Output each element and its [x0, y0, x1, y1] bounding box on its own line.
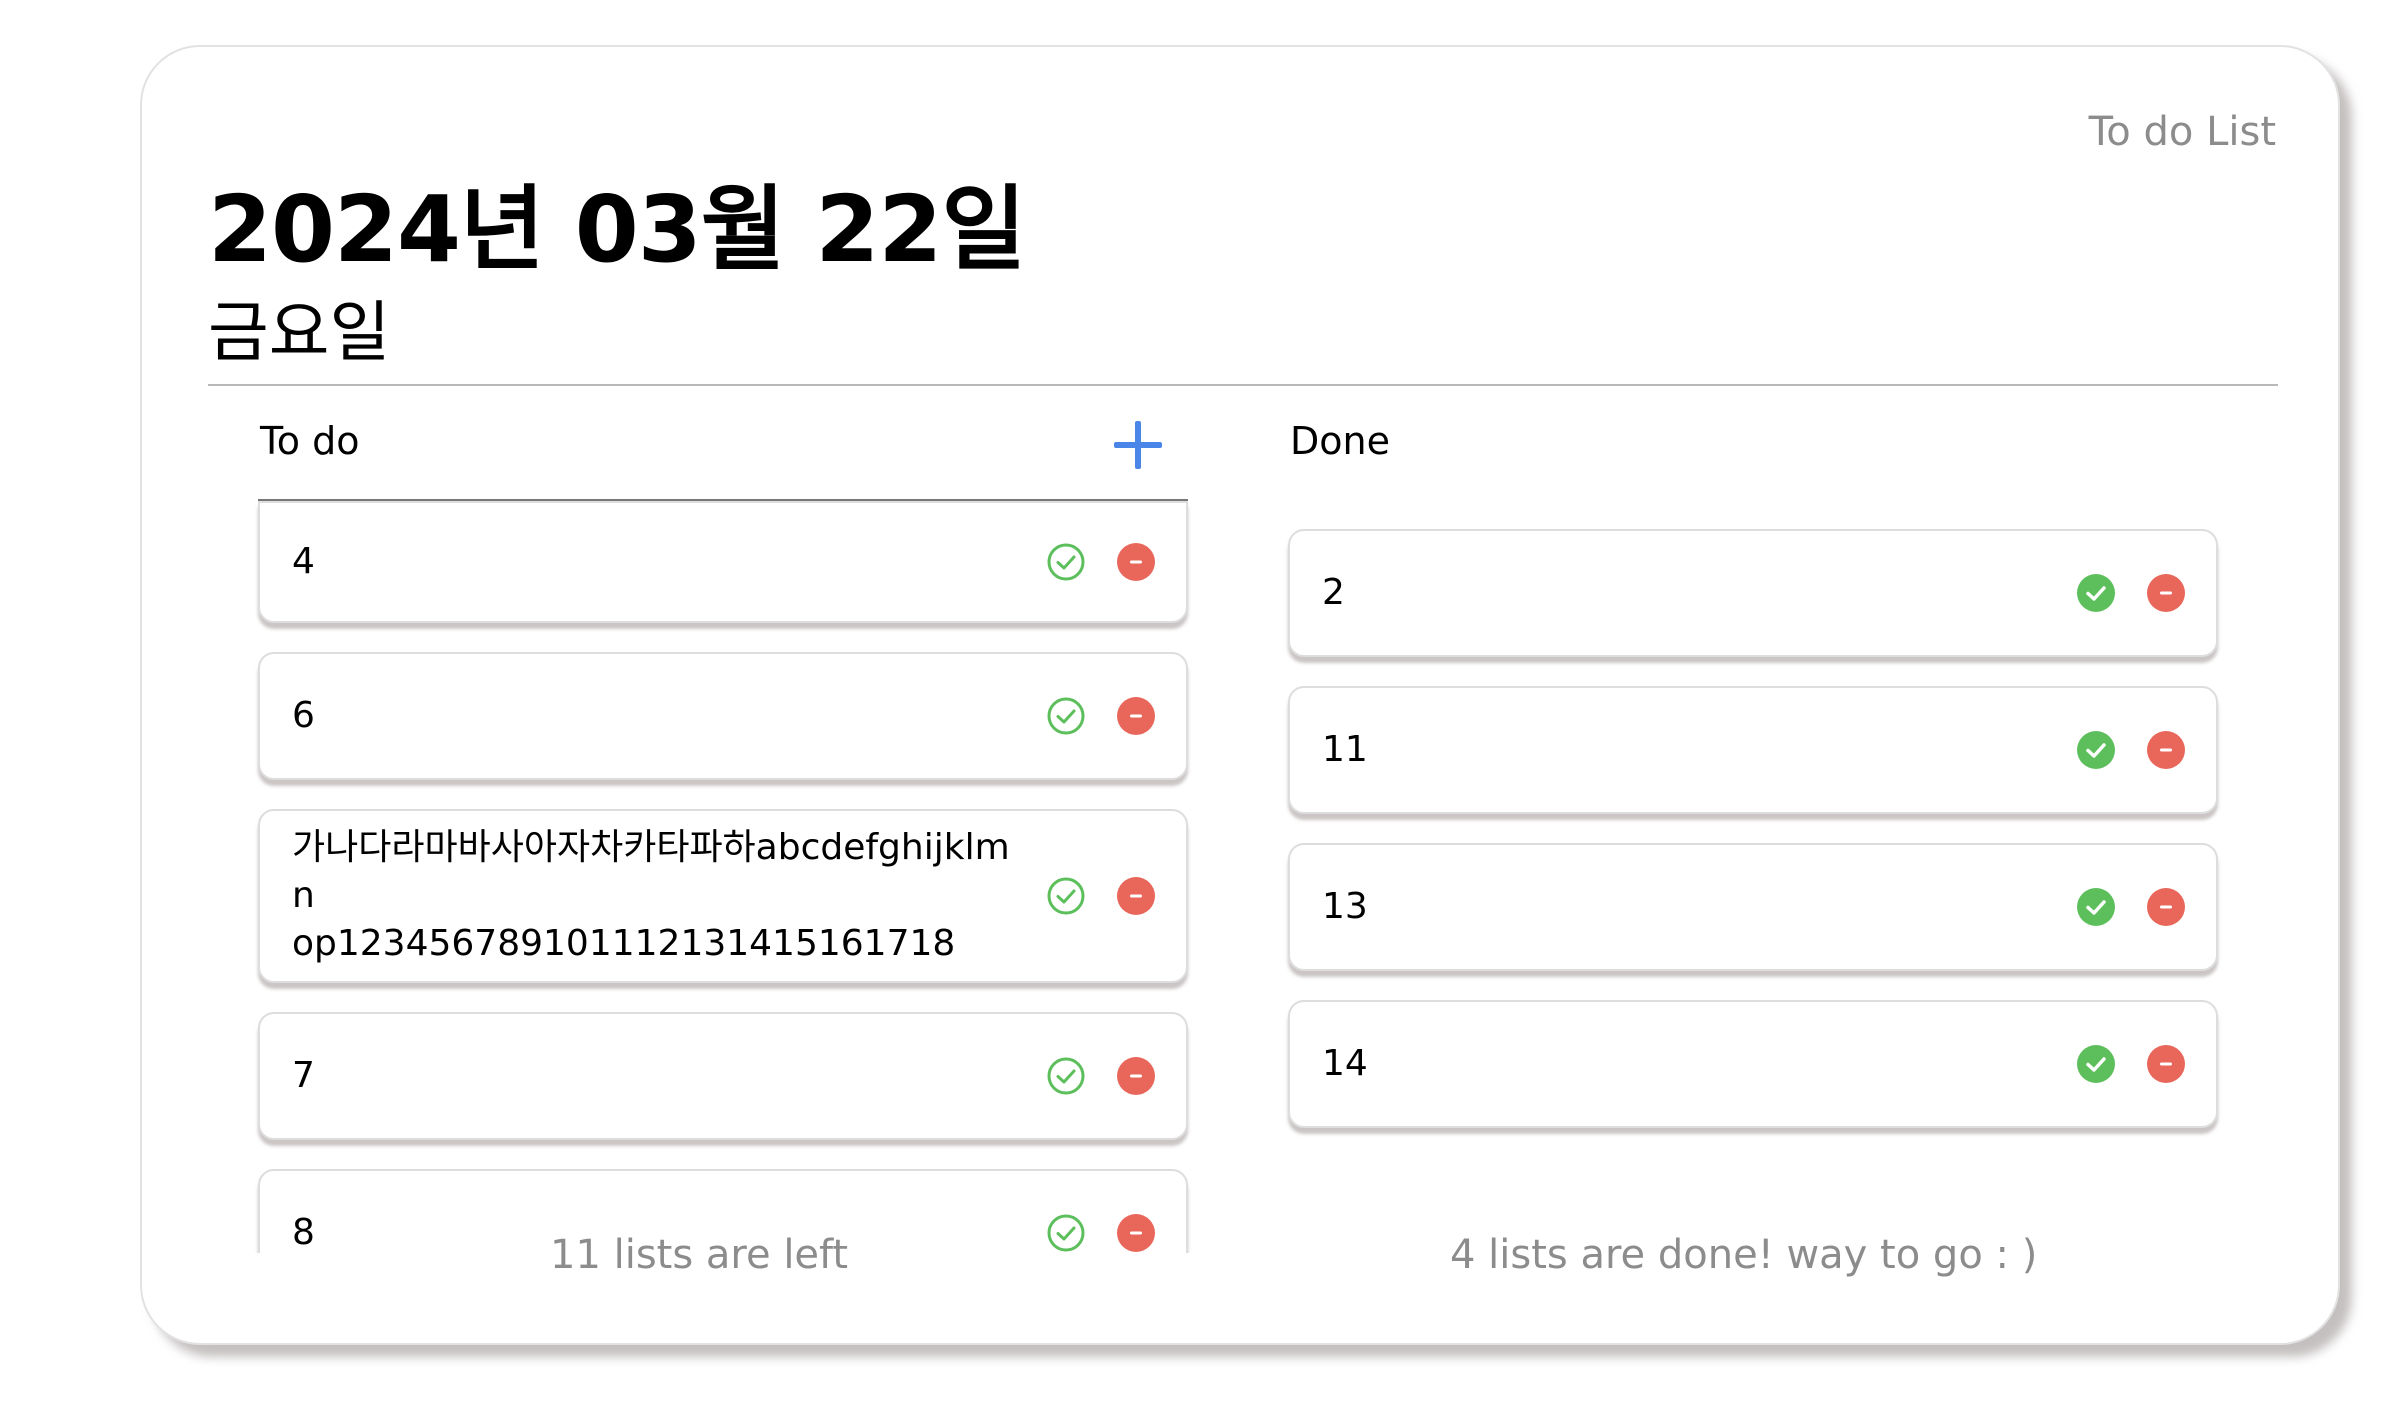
done-item-actions [2076, 887, 2186, 927]
add-todo-button[interactable] [1110, 417, 1166, 473]
done-item-text: 13 [1322, 886, 1368, 927]
todo-item-text: 4 [292, 541, 315, 582]
minus-circle-icon[interactable] [2146, 730, 2186, 770]
minus-circle-icon[interactable] [2146, 1044, 2186, 1084]
check-circle-filled-icon[interactable] [2076, 730, 2116, 770]
done-item: 2 [1288, 529, 2218, 657]
minus-circle-icon[interactable] [1116, 1056, 1156, 1096]
check-circle-outline-icon[interactable] [1046, 542, 1086, 582]
todo-item: 7 [258, 1012, 1188, 1140]
done-count-message: 4 lists are done! way to go : ) [1450, 1232, 2038, 1278]
done-list[interactable]: 2 11 13 14 [1282, 529, 2232, 1149]
todo-item: 가나다라마바사아자차카타파하abcdefghijklmn op123456789… [258, 809, 1188, 983]
todo-item-actions [1046, 1213, 1156, 1253]
done-item-actions [2076, 573, 2186, 613]
done-item-actions [2076, 730, 2186, 770]
minus-circle-icon[interactable] [1116, 1213, 1156, 1253]
done-item: 11 [1288, 686, 2218, 814]
done-item-text: 11 [1322, 729, 1368, 770]
minus-circle-icon[interactable] [1116, 696, 1156, 736]
done-item: 14 [1288, 1000, 2218, 1128]
minus-circle-icon[interactable] [1116, 542, 1156, 582]
todo-item-actions [1046, 696, 1156, 736]
todo-column-title: To do [260, 419, 360, 463]
check-circle-filled-icon[interactable] [2076, 887, 2116, 927]
check-circle-outline-icon[interactable] [1046, 876, 1086, 916]
todo-item-actions [1046, 542, 1156, 582]
todo-item-text: 가나다라마바사아자차카타파하abcdefghijklmn op123456789… [292, 827, 1010, 964]
minus-circle-icon[interactable] [1116, 876, 1156, 916]
check-circle-outline-icon[interactable] [1046, 1213, 1086, 1253]
weekday-label: 금요일 [208, 294, 391, 371]
done-column-title: Done [1290, 419, 1390, 463]
check-circle-outline-icon[interactable] [1046, 696, 1086, 736]
done-item: 13 [1288, 843, 2218, 971]
todo-list[interactable]: 4 6 가나다라마바사아자차카타파하abcdefghijklmn op12345… [252, 501, 1202, 1253]
app-title: To do List [2088, 109, 2276, 155]
todo-remaining-count: 11 lists are left [550, 1232, 849, 1278]
todo-item: 6 [258, 652, 1188, 780]
check-circle-outline-icon[interactable] [1046, 1056, 1086, 1096]
done-item-actions [2076, 1044, 2186, 1084]
todo-item: 4 [258, 501, 1188, 623]
minus-circle-icon[interactable] [2146, 573, 2186, 613]
header-divider [208, 384, 2278, 386]
check-circle-filled-icon[interactable] [2076, 1044, 2116, 1084]
done-item-text: 2 [1322, 572, 1345, 613]
date-title: 2024년 03월 22일 [208, 176, 1026, 283]
todo-item-text: 7 [292, 1055, 315, 1096]
todo-item-text: 8 [292, 1212, 315, 1253]
todo-card: To do List 2024년 03월 22일 금요일 To do Done … [140, 45, 2340, 1345]
todo-item-actions [1046, 876, 1156, 916]
todo-item-actions [1046, 1056, 1156, 1096]
todo-item-text: 6 [292, 695, 315, 736]
minus-circle-icon[interactable] [2146, 887, 2186, 927]
plus-icon-horizontal [1114, 442, 1162, 448]
done-item-text: 14 [1322, 1043, 1368, 1084]
check-circle-filled-icon[interactable] [2076, 573, 2116, 613]
